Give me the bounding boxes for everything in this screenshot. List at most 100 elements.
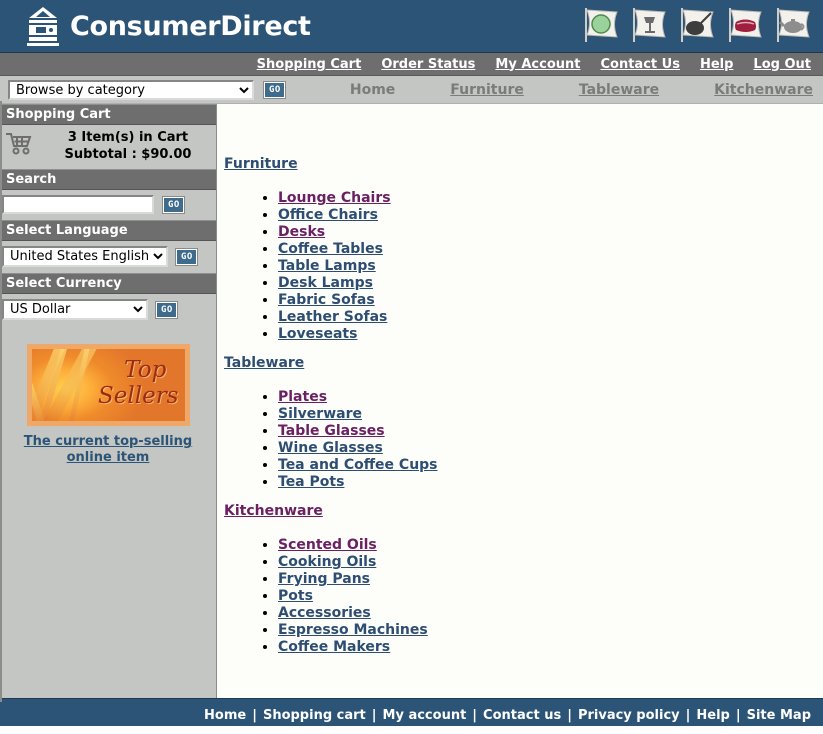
link-lounge-chairs[interactable]: Lounge Chairs — [278, 190, 391, 206]
list-item: Desk Lamps — [278, 275, 823, 292]
footer-my-account[interactable]: My account — [383, 708, 467, 723]
language-go-button[interactable]: GO — [175, 247, 198, 266]
main-content: Furniture Lounge Chairs Office Chairs De… — [217, 104, 823, 698]
list-item: Pots — [278, 588, 823, 605]
house-logo-icon — [26, 5, 60, 47]
list-item: Leather Sofas — [278, 309, 823, 326]
list-item: Wine Glasses — [278, 440, 823, 457]
flag-icon-plate[interactable] — [579, 4, 623, 46]
currency-go-button[interactable]: GO — [155, 300, 178, 319]
sidebar-heading-shopping-cart: Shopping Cart — [0, 104, 216, 125]
section-furniture-title[interactable]: Furniture — [224, 156, 298, 172]
footer-contact-us[interactable]: Contact us — [483, 708, 561, 723]
list-item: Espresso Machines — [278, 622, 823, 639]
list-item: Plates — [278, 389, 823, 406]
link-scented-oils[interactable]: Scented Oils — [278, 537, 377, 553]
list-item: Table Lamps — [278, 258, 823, 275]
link-coffee-makers[interactable]: Coffee Makers — [278, 639, 390, 655]
link-plates[interactable]: Plates — [278, 389, 327, 405]
list-item: Scented Oils — [278, 537, 823, 554]
section-tableware-title[interactable]: Tableware — [224, 355, 304, 371]
link-fabric-sofas[interactable]: Fabric Sofas — [278, 292, 375, 308]
currency-select[interactable]: US Dollar — [2, 299, 148, 320]
list-item: Frying Pans — [278, 571, 823, 588]
link-silverware[interactable]: Silverware — [278, 406, 362, 422]
link-desks[interactable]: Desks — [278, 224, 325, 240]
link-accessories[interactable]: Accessories — [278, 605, 371, 621]
footer-privacy-policy[interactable]: Privacy policy — [578, 708, 680, 723]
section-kitchenware-title[interactable]: Kitchenware — [224, 503, 323, 519]
list-item: Coffee Makers — [278, 639, 823, 656]
link-loveseats[interactable]: Loveseats — [278, 326, 357, 342]
bottom-page-strip — [0, 726, 823, 734]
flag-icon-sofa[interactable] — [723, 4, 767, 46]
sidebar-heading-select-language: Select Language — [0, 220, 216, 241]
brand-title: ConsumerDirect — [70, 10, 311, 42]
link-tea-and-coffee-cups[interactable]: Tea and Coffee Cups — [278, 457, 438, 473]
cart-summary-text: 3 Item(s) in Cart Subtotal : $90.00 — [40, 129, 216, 163]
link-tea-pots[interactable]: Tea Pots — [278, 474, 344, 490]
sidebar-heading-select-currency: Select Currency — [0, 273, 216, 294]
kitchenware-link-list: Scented Oils Cooking Oils Frying Pans Po… — [223, 537, 823, 656]
list-item: Tea and Coffee Cups — [278, 457, 823, 474]
footer-home[interactable]: Home — [204, 708, 246, 723]
link-frying-pans[interactable]: Frying Pans — [278, 571, 370, 587]
topnav-shopping-cart[interactable]: Shopping Cart — [257, 57, 362, 72]
primary-navigation: Shopping Cart Order Status My Account Co… — [0, 53, 823, 76]
list-item: Cooking Oils — [278, 554, 823, 571]
link-office-chairs[interactable]: Office Chairs — [278, 207, 378, 223]
top-sellers-link[interactable]: The current top-selling online item — [0, 434, 216, 466]
section-furniture: Furniture Lounge Chairs Office Chairs De… — [223, 156, 823, 343]
link-desk-lamps[interactable]: Desk Lamps — [278, 275, 373, 291]
link-pots[interactable]: Pots — [278, 588, 313, 604]
language-select[interactable]: United States English — [2, 246, 168, 267]
link-coffee-tables[interactable]: Coffee Tables — [278, 241, 383, 257]
furniture-link-list: Lounge Chairs Office Chairs Desks Coffee… — [223, 190, 823, 343]
link-cooking-oils[interactable]: Cooking Oils — [278, 554, 376, 570]
footer-separator: | — [472, 707, 478, 723]
search-input[interactable] — [2, 195, 154, 214]
footer-separator: | — [252, 707, 257, 723]
cart-summary[interactable]: 3 Item(s) in Cart Subtotal : $90.00 — [0, 125, 216, 169]
top-sellers-banner-text: Top Sellers — [98, 357, 179, 409]
section-kitchenware: Kitchenware Scented Oils Cooking Oils Fr… — [223, 503, 823, 656]
subnav-kitchenware[interactable]: Kitchenware — [714, 82, 813, 98]
flag-icon-frying-pan[interactable] — [675, 4, 719, 46]
secondary-navigation: Browse by category GO Home Furniture Tab… — [0, 76, 823, 104]
brand-lockup[interactable]: ConsumerDirect — [26, 5, 311, 47]
product-flag-icons — [579, 4, 815, 46]
subnav-tableware[interactable]: Tableware — [579, 82, 659, 98]
sidebar-heading-search: Search — [0, 169, 216, 190]
top-sellers-promo: Top Sellers The current top-selling onli… — [0, 326, 216, 466]
footer-help[interactable]: Help — [696, 708, 729, 723]
topnav-order-status[interactable]: Order Status — [381, 57, 475, 72]
link-table-lamps[interactable]: Table Lamps — [278, 258, 376, 274]
link-table-glasses[interactable]: Table Glasses — [278, 423, 385, 439]
footer-shopping-cart[interactable]: Shopping cart — [263, 708, 366, 723]
flag-icon-lamp[interactable] — [627, 4, 671, 46]
flag-icon-teapot[interactable] — [771, 4, 815, 46]
topnav-help[interactable]: Help — [700, 57, 733, 72]
footer-site-map[interactable]: Site Map — [747, 708, 811, 723]
subnav-furniture[interactable]: Furniture — [450, 82, 524, 98]
topnav-contact-us[interactable]: Contact Us — [600, 57, 679, 72]
link-wine-glasses[interactable]: Wine Glasses — [278, 440, 383, 456]
shopping-cart-icon — [0, 132, 40, 160]
page-body: Shopping Cart 3 Item(s) in Cart Subtotal — [0, 104, 823, 698]
footer-separator: | — [567, 707, 572, 723]
list-item: Silverware — [278, 406, 823, 423]
topnav-my-account[interactable]: My Account — [495, 57, 580, 72]
subnav-home[interactable]: Home — [350, 82, 395, 98]
topnav-log-out[interactable]: Log Out — [753, 57, 811, 72]
list-item: Fabric Sofas — [278, 292, 823, 309]
link-leather-sofas[interactable]: Leather Sofas — [278, 309, 387, 325]
top-sellers-banner-image[interactable]: Top Sellers — [26, 344, 190, 426]
list-item: Accessories — [278, 605, 823, 622]
section-tableware: Tableware Plates Silverware Table Glasse… — [223, 355, 823, 491]
browse-by-category-select[interactable]: Browse by category — [8, 79, 254, 100]
left-sidebar: Shopping Cart 3 Item(s) in Cart Subtotal — [0, 104, 217, 698]
link-espresso-machines[interactable]: Espresso Machines — [278, 622, 428, 638]
browse-go-button[interactable]: GO — [263, 80, 286, 99]
search-go-button[interactable]: GO — [162, 195, 185, 214]
list-item: Table Glasses — [278, 423, 823, 440]
